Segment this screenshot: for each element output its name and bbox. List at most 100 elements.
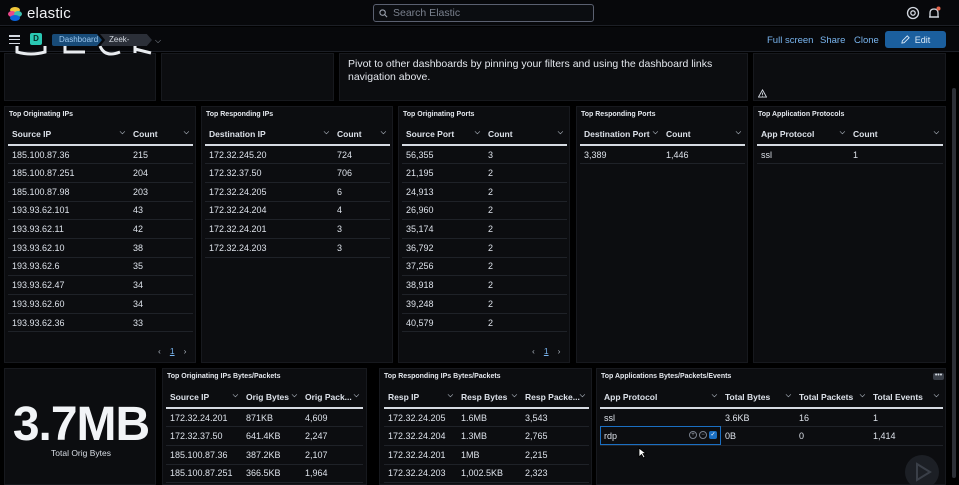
- column-header-count[interactable]: Count ⌵: [333, 123, 390, 146]
- table-cell[interactable]: 38: [129, 238, 193, 258]
- table-cell[interactable]: 43: [129, 201, 193, 221]
- table-cell[interactable]: 193.93.62.36: [8, 313, 129, 333]
- table-cell[interactable]: 193.93.62.11: [8, 219, 129, 239]
- table-cell[interactable]: 193.93.62.101: [8, 201, 129, 221]
- table-cell[interactable]: 193.93.62.10: [8, 238, 129, 258]
- global-search[interactable]: [373, 4, 594, 22]
- play-overlay-icon[interactable]: [905, 455, 939, 485]
- column-header-resp-bytes[interactable]: Resp Bytes ⌵: [457, 386, 521, 409]
- table-cell[interactable]: 56,355: [402, 145, 484, 165]
- table-cell[interactable]: 21,195: [402, 163, 484, 183]
- column-header-orig-packets[interactable]: Orig Pack... ⌵: [301, 386, 363, 409]
- table-cell[interactable]: 36,792: [402, 238, 484, 258]
- search-input[interactable]: [393, 7, 583, 19]
- table-cell[interactable]: 172.32.24.201: [166, 408, 242, 428]
- table-cell[interactable]: 3: [333, 219, 390, 239]
- column-header-resp-packets[interactable]: Resp Packe... ⌵: [521, 386, 589, 409]
- table-cell[interactable]: 2: [484, 294, 567, 314]
- table-cell[interactable]: 724: [333, 145, 390, 165]
- table-cell[interactable]: 387.2KB: [242, 445, 301, 465]
- edit-button[interactable]: Edit: [885, 31, 946, 48]
- clone-button[interactable]: Clone: [854, 35, 879, 46]
- column-header-count[interactable]: Count ⌵: [484, 123, 567, 146]
- table-cell[interactable]: 2: [484, 238, 567, 258]
- table-cell[interactable]: 185.100.87.251: [8, 163, 129, 183]
- table-cell[interactable]: 641.4KB: [242, 426, 301, 446]
- table-cell[interactable]: 185.100.87.98: [8, 182, 129, 202]
- column-header-count[interactable]: Count ⌵: [662, 123, 745, 146]
- table-cell[interactable]: 2: [484, 163, 567, 183]
- table-cell[interactable]: 2,247: [301, 426, 363, 446]
- table-cell[interactable]: 34: [129, 275, 193, 295]
- warning-icon[interactable]: [758, 89, 767, 98]
- table-cell[interactable]: 2: [484, 313, 567, 333]
- filter-in-icon[interactable]: +: [689, 431, 697, 439]
- column-header-total-packets[interactable]: Total Packets ⌵: [795, 386, 869, 409]
- column-header-source-ip[interactable]: Source IP ⌵: [166, 386, 242, 409]
- table-cell[interactable]: 204: [129, 163, 193, 183]
- table-cell[interactable]: 1,964: [301, 464, 363, 484]
- table-cell[interactable]: 2,215: [521, 445, 589, 465]
- column-header-count[interactable]: Count ⌵: [849, 123, 943, 146]
- table-cell[interactable]: 4,609: [301, 408, 363, 428]
- column-header-source-port[interactable]: Source Port ⌵: [402, 123, 484, 146]
- table-cell[interactable]: 35: [129, 257, 193, 277]
- table-cell[interactable]: ssl: [757, 145, 849, 165]
- table-cell[interactable]: 2,323: [521, 464, 589, 484]
- chevron-left-icon[interactable]: ‹: [532, 346, 535, 356]
- page-number[interactable]: 1: [170, 346, 175, 356]
- table-cell[interactable]: 37,256: [402, 257, 484, 277]
- table-cell[interactable]: 2: [484, 257, 567, 277]
- share-button[interactable]: Share: [820, 35, 845, 46]
- column-header-destination-ip[interactable]: Destination IP ⌵: [205, 123, 333, 146]
- column-header-app-protocol[interactable]: App Protocol ⌵: [600, 386, 721, 409]
- chevron-down-icon[interactable]: ⌵: [155, 36, 161, 46]
- table-cell[interactable]: 185.100.87.251: [166, 464, 242, 484]
- table-cell[interactable]: 40,579: [402, 313, 484, 333]
- table-cell[interactable]: 203: [129, 182, 193, 202]
- table-cell[interactable]: 3,543: [521, 408, 589, 428]
- table-cell[interactable]: 172.32.24.205: [384, 408, 457, 428]
- table-cell[interactable]: 3: [484, 145, 567, 165]
- table-cell[interactable]: 185.100.87.36: [166, 445, 242, 465]
- table-cell[interactable]: 2: [484, 201, 567, 221]
- table-cell[interactable]: 0: [795, 426, 869, 446]
- column-header-resp-ip[interactable]: Resp IP ⌵: [384, 386, 457, 409]
- table-cell[interactable]: 39,248: [402, 294, 484, 314]
- table-cell[interactable]: 193.93.62.60: [8, 294, 129, 314]
- help-icon[interactable]: [906, 6, 920, 20]
- page-number[interactable]: 1: [544, 346, 549, 356]
- table-cell[interactable]: 6: [333, 182, 390, 202]
- page-scrollbar[interactable]: [952, 88, 956, 478]
- table-cell[interactable]: 366.5KB: [242, 464, 301, 484]
- column-header-app-protocol[interactable]: App Protocol ⌵: [757, 123, 849, 146]
- notifications-icon[interactable]: [927, 6, 941, 20]
- table-cell[interactable]: 0B: [721, 426, 795, 446]
- table-cell[interactable]: 2,765: [521, 426, 589, 446]
- table-cell[interactable]: 172.32.24.204: [384, 426, 457, 446]
- table-cell[interactable]: 172.32.37.50: [166, 426, 242, 446]
- table-cell[interactable]: 1,446: [662, 145, 745, 165]
- table-cell[interactable]: 1: [869, 408, 943, 428]
- table-cell[interactable]: 2: [484, 182, 567, 202]
- table-cell[interactable]: 42: [129, 219, 193, 239]
- column-header-orig-bytes[interactable]: Orig Bytes ⌵: [242, 386, 301, 409]
- table-cell[interactable]: 172.32.24.205: [205, 182, 333, 202]
- table-cell[interactable]: 2,107: [301, 445, 363, 465]
- table-cell[interactable]: 172.32.37.50: [205, 163, 333, 183]
- table-cell[interactable]: 1,002.5KB: [457, 464, 521, 484]
- table-cell[interactable]: 2: [484, 219, 567, 239]
- column-header-source-ip[interactable]: Source IP ⌵: [8, 123, 129, 146]
- table-cell[interactable]: 16: [795, 408, 869, 428]
- space-avatar[interactable]: D: [30, 33, 42, 45]
- table-cell[interactable]: 172.32.245.20: [205, 145, 333, 165]
- column-header-total-bytes[interactable]: Total Bytes ⌵: [721, 386, 795, 409]
- table-cell[interactable]: 34: [129, 294, 193, 314]
- chevron-left-icon[interactable]: ‹: [158, 346, 161, 356]
- table-cell[interactable]: 172.32.24.201: [384, 445, 457, 465]
- table-cell[interactable]: 1,414: [869, 426, 943, 446]
- menu-icon[interactable]: [9, 35, 20, 44]
- table-cell[interactable]: 33: [129, 313, 193, 333]
- elastic-logo[interactable]: elastic: [8, 5, 71, 22]
- table-cell[interactable]: 4: [333, 201, 390, 221]
